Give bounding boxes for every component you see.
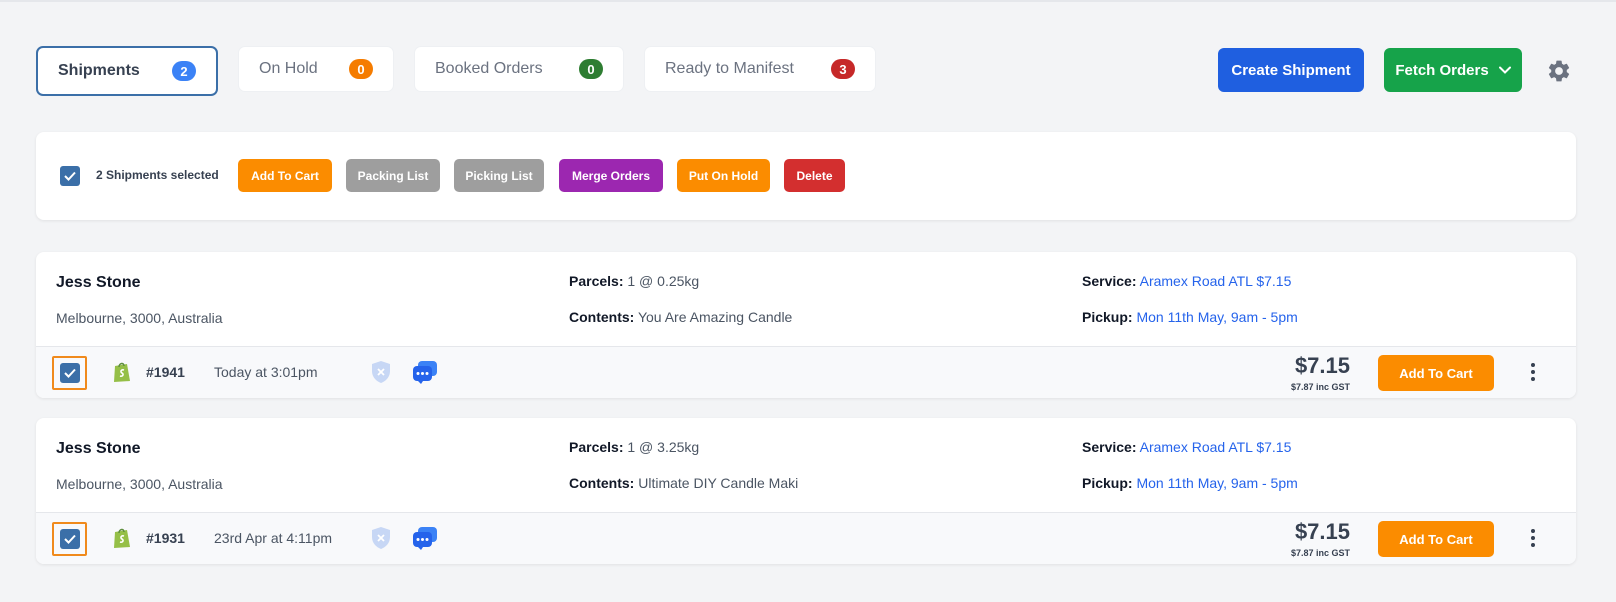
parcels-value: 1 @ 0.25kg — [627, 273, 700, 289]
recipient-name: Jess Stone — [56, 274, 141, 291]
card-footer: #1931 23rd Apr at 4:11pm $7.15 $7.87 inc… — [36, 512, 1576, 564]
tab-ready-to-manifest[interactable]: Ready to Manifest 3 — [644, 46, 876, 92]
tab-label: Booked Orders — [435, 60, 543, 77]
price: $7.15 — [1294, 353, 1350, 378]
contents-label: Contents: — [569, 475, 635, 491]
price: $7.15 — [1294, 519, 1350, 544]
selected-count-text: 2 Shipments selected — [96, 168, 219, 182]
check-icon — [64, 171, 76, 181]
put-on-hold-button[interactable]: Put On Hold — [677, 159, 770, 192]
count-badge: 0 — [349, 59, 373, 79]
check-icon — [64, 368, 76, 378]
service-label: Service: — [1082, 439, 1137, 455]
add-to-cart-button[interactable]: Add To Cart — [1378, 521, 1494, 557]
create-shipment-label: Create Shipment — [1231, 61, 1351, 79]
shopify-icon — [114, 528, 130, 548]
selection-bar: 2 Shipments selected Add To Cart Packing… — [36, 132, 1576, 220]
shipment-card: Jess Stone Melbourne, 3000, Australia Pa… — [36, 252, 1576, 398]
card-footer: #1941 Today at 3:01pm $7.15 $7.87 inc GS… — [36, 346, 1576, 398]
more-options-icon[interactable] — [1530, 528, 1536, 548]
tab-label: Shipments — [58, 62, 140, 79]
merge-orders-button[interactable]: Merge Orders — [559, 159, 663, 192]
order-number[interactable]: #1941 — [146, 364, 185, 380]
action-label: Picking List — [465, 168, 533, 183]
insurance-shield-icon[interactable] — [370, 360, 392, 384]
add-to-cart-label: Add To Cart — [1399, 531, 1473, 547]
insurance-shield-icon[interactable] — [370, 526, 392, 550]
check-icon — [64, 534, 76, 544]
delete-button[interactable]: Delete — [784, 159, 845, 192]
service-link[interactable]: Aramex Road ATL $7.15 — [1140, 273, 1292, 289]
price-gst: $7.87 inc GST — [1290, 548, 1350, 558]
chat-icon[interactable] — [412, 359, 438, 385]
tab-label: On Hold — [259, 60, 318, 77]
row-checkbox[interactable] — [60, 529, 80, 549]
action-label: Delete — [796, 168, 833, 183]
chat-icon[interactable] — [412, 525, 438, 551]
fetch-orders-label: Fetch Orders — [1395, 61, 1489, 79]
recipient-address: Melbourne, 3000, Australia — [56, 310, 223, 326]
tab-label: Ready to Manifest — [665, 60, 794, 77]
create-shipment-button[interactable]: Create Shipment — [1218, 48, 1364, 92]
picking-list-button[interactable]: Picking List — [454, 159, 544, 192]
top-divider — [0, 0, 1616, 2]
service-field: Service: Aramex Road ATL $7.15 — [1082, 273, 1291, 289]
contents-value: You Are Amazing Candle — [637, 309, 793, 325]
select-all-checkbox[interactable] — [60, 166, 80, 186]
service-label: Service: — [1082, 273, 1137, 289]
contents-field: Contents: You Are Amazing Candle — [569, 309, 792, 325]
add-to-cart-bulk-button[interactable]: Add To Cart — [238, 159, 332, 192]
gear-icon[interactable] — [1546, 58, 1572, 84]
pickup-field: Pickup: Mon 11th May, 9am - 5pm — [1082, 309, 1298, 325]
order-number[interactable]: #1931 — [146, 530, 185, 546]
contents-label: Contents: — [569, 309, 635, 325]
service-field: Service: Aramex Road ATL $7.15 — [1082, 439, 1291, 455]
pickup-label: Pickup: — [1082, 475, 1133, 491]
chevron-down-icon — [1498, 66, 1511, 74]
action-label: Merge Orders — [571, 168, 651, 183]
pickup-link[interactable]: Mon 11th May, 9am - 5pm — [1136, 309, 1297, 325]
add-to-cart-label: Add To Cart — [1399, 365, 1473, 381]
parcels-label: Parcels: — [569, 439, 624, 455]
parcels-field: Parcels: 1 @ 3.25kg — [569, 439, 699, 455]
packing-list-button[interactable]: Packing List — [346, 159, 440, 192]
pickup-label: Pickup: — [1082, 309, 1133, 325]
order-time: Today at 3:01pm — [214, 364, 318, 380]
tab-booked-orders[interactable]: Booked Orders 0 — [414, 46, 624, 92]
tab-on-hold[interactable]: On Hold 0 — [238, 46, 394, 92]
order-time: 23rd Apr at 4:11pm — [214, 530, 333, 546]
parcels-field: Parcels: 1 @ 0.25kg — [569, 273, 699, 289]
pickup-field: Pickup: Mon 11th May, 9am - 5pm — [1082, 475, 1298, 491]
parcels-label: Parcels: — [569, 273, 624, 289]
shopify-icon — [114, 362, 130, 382]
count-badge: 0 — [579, 59, 603, 79]
contents-field: Contents: Ultimate DIY Candle Maki — [569, 475, 798, 491]
parcels-value: 1 @ 3.25kg — [627, 439, 700, 455]
recipient-name: Jess Stone — [56, 440, 141, 457]
price-gst: $7.87 inc GST — [1290, 382, 1350, 392]
service-link[interactable]: Aramex Road ATL $7.15 — [1140, 439, 1292, 455]
action-label: Put On Hold — [688, 168, 759, 183]
count-badge: 3 — [831, 59, 855, 79]
action-label: Packing List — [357, 168, 429, 183]
pickup-link[interactable]: Mon 11th May, 9am - 5pm — [1136, 475, 1297, 491]
more-options-icon[interactable] — [1530, 362, 1536, 382]
row-checkbox[interactable] — [60, 363, 80, 383]
shipment-card: Jess Stone Melbourne, 3000, Australia Pa… — [36, 418, 1576, 564]
tab-shipments[interactable]: Shipments 2 — [36, 46, 218, 96]
recipient-address: Melbourne, 3000, Australia — [56, 476, 223, 492]
add-to-cart-button[interactable]: Add To Cart — [1378, 355, 1494, 391]
count-badge: 2 — [172, 61, 196, 81]
fetch-orders-button[interactable]: Fetch Orders — [1384, 48, 1522, 92]
action-label: Add To Cart — [251, 168, 319, 183]
contents-value: Ultimate DIY Candle Maki — [638, 475, 799, 491]
